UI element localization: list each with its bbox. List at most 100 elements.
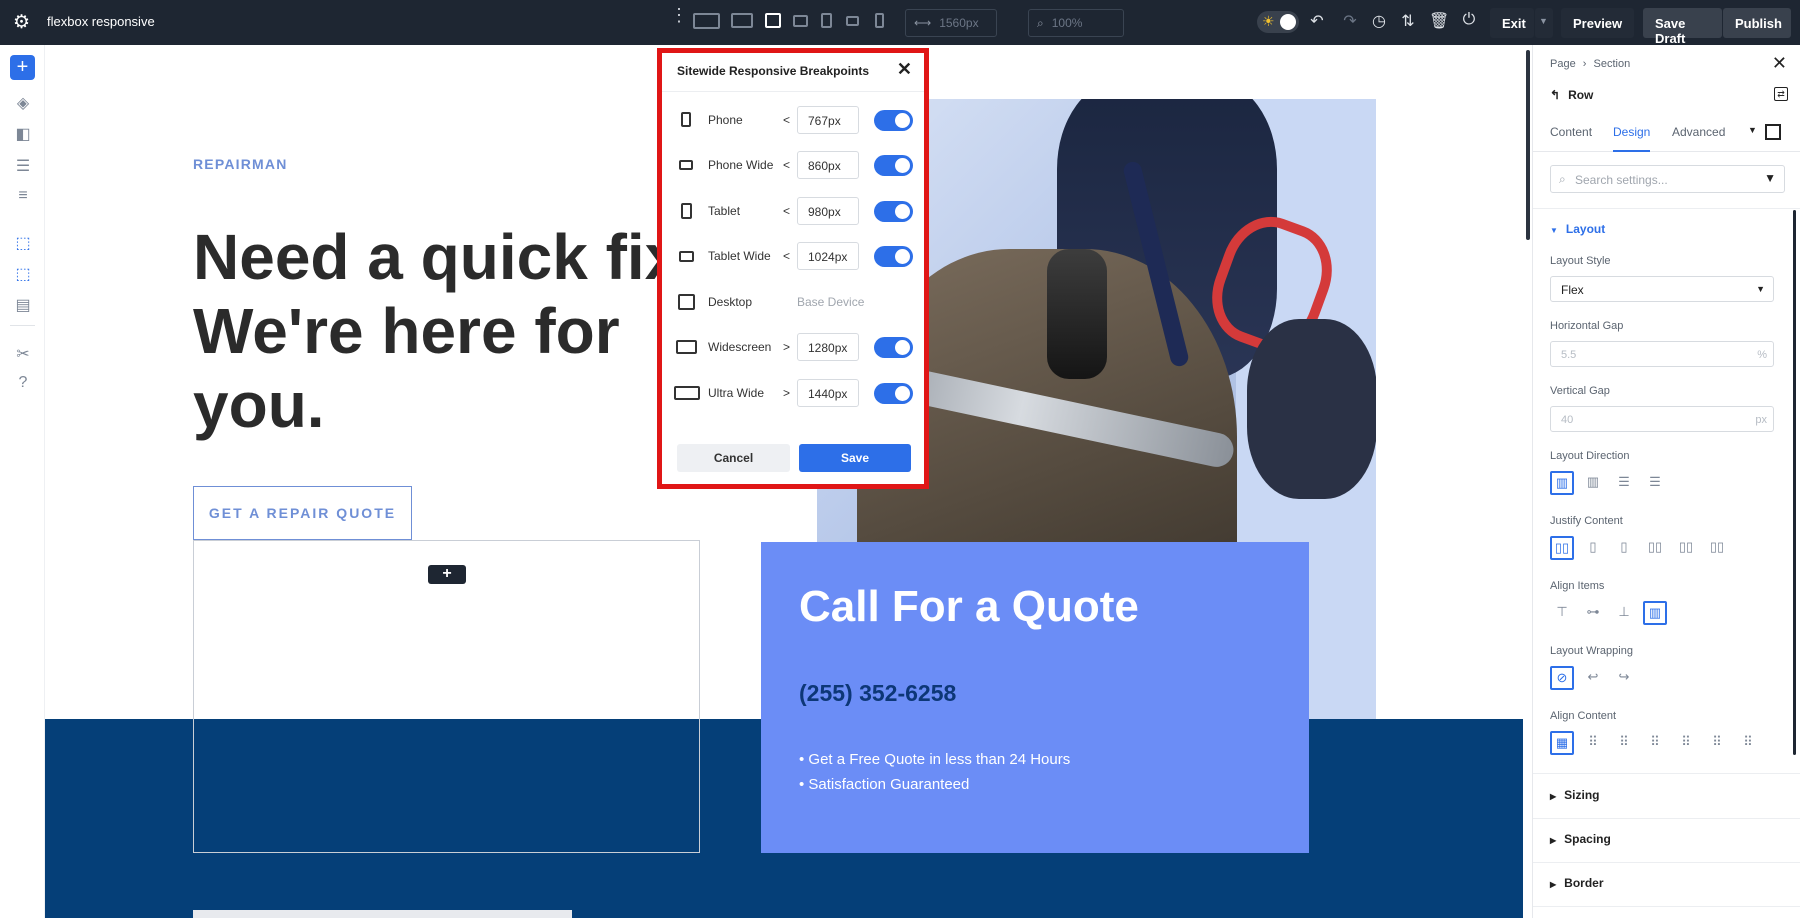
power-icon[interactable]: ⏻ (1459, 11, 1479, 29)
wrap-icon[interactable]: ↩ (1581, 666, 1605, 690)
back-arrow-icon[interactable]: ↰ (1550, 88, 1560, 102)
breakpoint-toggle[interactable] (874, 337, 913, 358)
tablet-wide-view-icon[interactable] (793, 15, 808, 27)
spacing-section-toggle[interactable]: ▶ Spacing (1550, 832, 1611, 846)
direction-row-icon[interactable]: ▥ (1550, 471, 1574, 495)
breakpoint-toggle[interactable] (874, 201, 913, 222)
justify-around-icon[interactable]: ▯▯ (1674, 536, 1698, 560)
widescreen-view-icon[interactable] (731, 13, 753, 28)
justify-end-icon[interactable]: ▯ (1612, 536, 1636, 560)
panel-scrollbar[interactable] (1793, 210, 1796, 755)
hero-heading: Need a quick fix We're here for you. (193, 221, 681, 441)
help-icon[interactable]: ? (12, 374, 34, 392)
tablet-view-icon[interactable] (821, 13, 832, 28)
breakpoint-row-phone-wide: Phone Wide < 860px (662, 151, 924, 179)
align-stretch-icon[interactable]: ▥ (1643, 601, 1667, 625)
no-wrap-icon[interactable]: ⊘ (1550, 666, 1574, 690)
justify-start-icon[interactable]: ▯▯ (1550, 536, 1574, 560)
breakpoint-toggle[interactable] (874, 155, 913, 176)
align-end-icon[interactable]: ⊥ (1612, 601, 1636, 625)
layout-section-toggle[interactable]: ▼ Layout (1550, 222, 1605, 236)
cancel-button[interactable]: Cancel (677, 444, 790, 472)
breakpoint-value-input[interactable]: 860px (797, 151, 859, 179)
library-icon[interactable]: ◧ (12, 124, 34, 144)
sections-icon[interactable]: ≡ (12, 187, 34, 205)
layers-icon[interactable]: ◈ (12, 93, 34, 113)
panel-resize-handle[interactable] (1526, 50, 1530, 240)
zoom-field[interactable]: ⌕ 100% (1028, 9, 1124, 37)
align-center-icon[interactable]: ⊶ (1581, 601, 1605, 625)
direction-row-reverse-icon[interactable]: ▥ (1581, 471, 1605, 495)
phone-view-icon[interactable] (875, 13, 884, 28)
breadcrumb-page[interactable]: Page (1550, 58, 1576, 70)
trash-icon[interactable]: 🗑 (1429, 11, 1449, 31)
breakpoint-value-input[interactable]: 1024px (797, 242, 859, 270)
search-settings-input[interactable]: ⌕ Search settings... ▼ (1550, 165, 1785, 193)
align-content-start-icon[interactable]: ⠿ (1581, 731, 1605, 755)
filter-icon[interactable]: ▼ (1764, 171, 1776, 185)
align-content-end-icon[interactable]: ⠿ (1643, 731, 1667, 755)
sort-icon[interactable]: ⇅ (1398, 11, 1418, 31)
add-icon[interactable]: + (10, 55, 35, 80)
gear-icon[interactable]: ⚙ (13, 11, 30, 34)
align-content-center-icon[interactable]: ⠿ (1612, 731, 1636, 755)
border-section-toggle[interactable]: ▶ Border (1550, 876, 1604, 890)
repair-quote-button[interactable]: GET A REPAIR QUOTE (193, 486, 412, 540)
redo-icon[interactable]: ↷ (1340, 11, 1360, 31)
align-start-icon[interactable]: ⊤ (1550, 601, 1574, 625)
breakpoint-toggle[interactable] (874, 246, 913, 267)
desktop-view-icon[interactable] (765, 13, 781, 28)
justify-evenly-icon[interactable]: ▯▯ (1705, 536, 1729, 560)
add-module-button[interactable]: + (428, 565, 466, 584)
exit-dropdown-icon[interactable]: ▼ (1535, 8, 1553, 38)
ultrawide-view-icon[interactable] (693, 13, 720, 29)
undo-icon[interactable]: ↶ (1307, 11, 1327, 31)
breakpoint-value-input[interactable]: 767px (797, 106, 859, 134)
page-settings-icon[interactable]: ▤ (12, 295, 34, 315)
more-menu-icon[interactable]: ⋮ (670, 6, 688, 24)
tab-advanced[interactable]: Advanced (1672, 115, 1725, 149)
breakpoint-toggle[interactable] (874, 383, 913, 404)
justify-between-icon[interactable]: ▯▯ (1643, 536, 1667, 560)
exit-button[interactable]: Exit (1490, 8, 1534, 38)
align-content-around-icon[interactable]: ⠿ (1705, 731, 1729, 755)
breakpoint-toggle[interactable] (874, 110, 913, 131)
save-button[interactable]: Save (799, 444, 911, 472)
direction-column-reverse-icon[interactable]: ☰ (1643, 471, 1667, 495)
history-icon[interactable]: ◷ (1369, 11, 1389, 31)
bottom-module-placeholder (193, 910, 572, 918)
publish-button[interactable]: Publish (1723, 8, 1791, 38)
tab-design[interactable]: Design (1613, 115, 1651, 152)
tools-icon[interactable]: ✂ (12, 344, 34, 364)
breadcrumb-section[interactable]: Section (1594, 58, 1631, 70)
align-content-stretch-icon[interactable]: ▦ (1550, 731, 1574, 755)
element-options-icon[interactable]: ⇄ (1774, 87, 1788, 101)
breakpoint-value-input[interactable]: 1280px (797, 333, 859, 361)
sizing-section-toggle[interactable]: ▶ Sizing (1550, 788, 1600, 802)
close-icon[interactable]: ✕ (1772, 53, 1787, 74)
tabs-dropdown-icon[interactable]: ▼ (1748, 125, 1757, 135)
preview-button[interactable]: Preview (1561, 8, 1634, 38)
database-icon[interactable]: ☰ (12, 156, 34, 176)
breakpoint-value-input[interactable]: 1440px (797, 379, 859, 407)
align-content-evenly-icon[interactable]: ⠿ (1736, 731, 1760, 755)
justify-center-icon[interactable]: ▯ (1581, 536, 1605, 560)
close-icon[interactable]: ✕ (897, 59, 912, 80)
square-icon[interactable] (1765, 124, 1781, 140)
breakpoint-value-input[interactable]: 980px (797, 197, 859, 225)
horizontal-gap-input[interactable]: 5.5 % (1550, 341, 1774, 367)
phone-wide-view-icon[interactable] (846, 16, 859, 26)
tab-content[interactable]: Content (1550, 115, 1592, 149)
multi-select-icon[interactable]: ⬚ (12, 264, 34, 284)
save-draft-button[interactable]: Save Draft (1643, 8, 1722, 46)
theme-toggle[interactable]: ☀ (1257, 11, 1299, 33)
empty-column[interactable] (193, 540, 700, 853)
align-content-between-icon[interactable]: ⠿ (1674, 731, 1698, 755)
canvas-width-field[interactable]: ⟷ 1560px (905, 9, 997, 37)
layout-style-select[interactable]: Flex ▼ (1550, 276, 1774, 302)
rail-divider (10, 325, 35, 326)
select-icon[interactable]: ⬚ (12, 233, 34, 253)
wrap-reverse-icon[interactable]: ↪ (1612, 666, 1636, 690)
vertical-gap-input[interactable]: 40 px (1550, 406, 1774, 432)
direction-column-icon[interactable]: ☰ (1612, 471, 1636, 495)
